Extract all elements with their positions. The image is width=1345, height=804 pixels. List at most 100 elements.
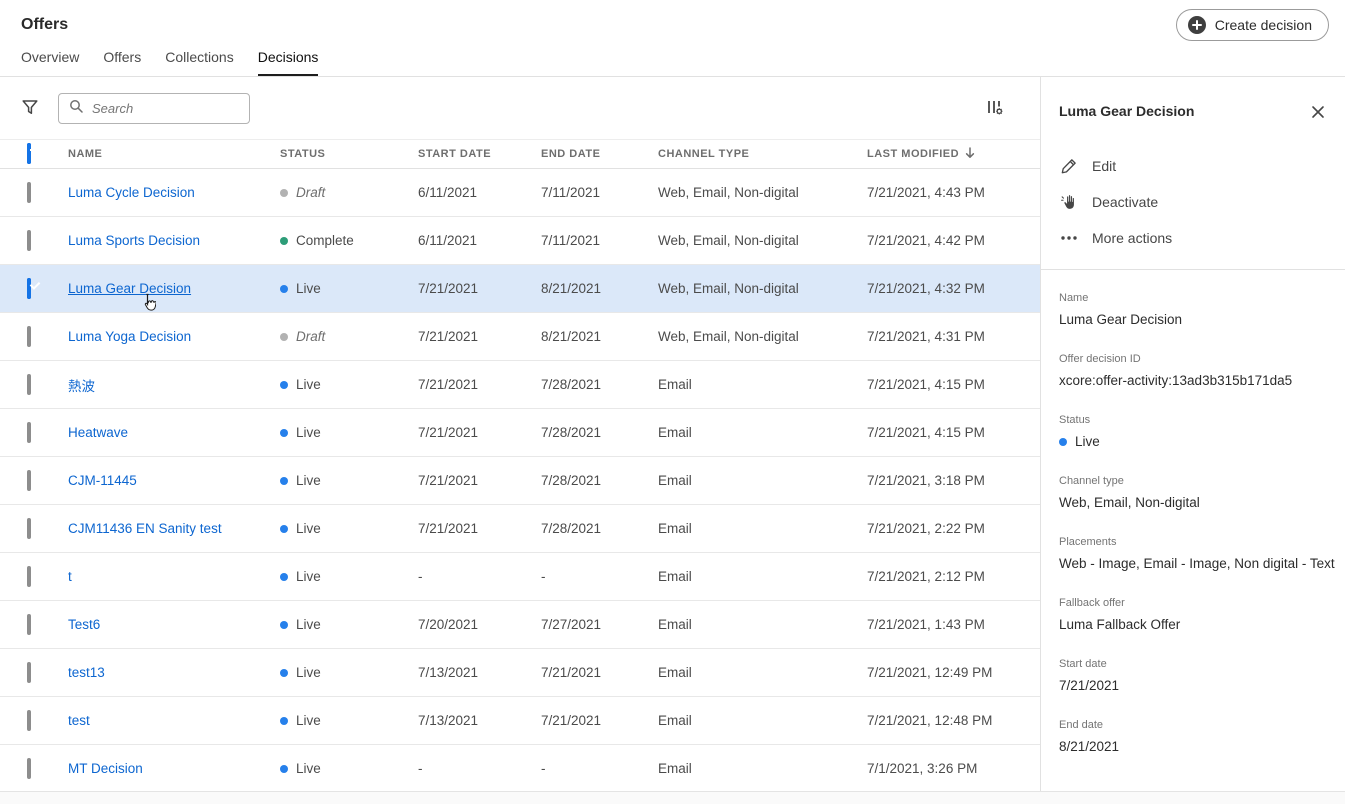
detail-field: Status Live bbox=[1059, 414, 1327, 449]
status-label: Live bbox=[296, 521, 321, 536]
search-input[interactable] bbox=[90, 100, 239, 117]
column-header-end-date[interactable]: END DATE bbox=[541, 148, 658, 160]
row-checkbox[interactable] bbox=[27, 277, 31, 299]
end-date-cell: - bbox=[541, 569, 546, 584]
field-value: Web - Image, Email - Image, Non digital … bbox=[1059, 556, 1335, 571]
status-dot bbox=[280, 620, 288, 629]
status-cell: Live bbox=[280, 713, 418, 728]
table-row[interactable]: Luma Sports Decision Complete 6/11/2021 … bbox=[0, 217, 1040, 265]
start-date-cell: 7/21/2021 bbox=[418, 377, 479, 392]
last-modified-cell: 7/21/2021, 12:49 PM bbox=[867, 665, 993, 680]
table-row[interactable]: MT Decision Live - - Email 7/1/2021, 3:2… bbox=[0, 745, 1040, 791]
last-modified-cell: 7/21/2021, 1:43 PM bbox=[867, 617, 985, 632]
decision-name-link[interactable]: Luma Sports Decision bbox=[68, 233, 200, 248]
row-checkbox[interactable] bbox=[27, 565, 31, 587]
row-checkbox[interactable] bbox=[27, 325, 31, 347]
decision-name-link[interactable]: MT Decision bbox=[68, 761, 143, 776]
last-modified-cell: 7/21/2021, 4:15 PM bbox=[867, 377, 985, 392]
deactivate-action[interactable]: Deactivate bbox=[1059, 184, 1327, 220]
status-label: Live bbox=[296, 425, 321, 440]
start-date-cell: 7/13/2021 bbox=[418, 665, 479, 680]
column-settings-icon bbox=[986, 98, 1004, 119]
create-decision-label: Create decision bbox=[1214, 17, 1312, 33]
table-row[interactable]: test Live 7/13/2021 7/21/2021 Email 7/21… bbox=[0, 697, 1040, 745]
channel-type-cell: Email bbox=[658, 665, 692, 680]
tab-overview[interactable]: Overview bbox=[21, 49, 79, 76]
table-row[interactable]: Test6 Live 7/20/2021 7/27/2021 Email 7/2… bbox=[0, 601, 1040, 649]
decision-name-link[interactable]: Heatwave bbox=[68, 425, 128, 440]
row-checkbox[interactable] bbox=[27, 469, 31, 491]
column-header-start-date[interactable]: START DATE bbox=[418, 148, 541, 160]
end-date-cell: 7/21/2021 bbox=[541, 665, 602, 680]
status-dot bbox=[280, 476, 288, 485]
status-label: Live bbox=[296, 569, 321, 584]
offers-app: Offers Create decision Overview Offers C… bbox=[0, 0, 1345, 804]
row-checkbox[interactable] bbox=[27, 421, 31, 443]
channel-type-cell: Email bbox=[658, 617, 692, 632]
column-settings-button[interactable] bbox=[986, 98, 1004, 119]
status-label: Live bbox=[296, 761, 321, 776]
table-row[interactable]: Luma Gear Decision Live 7/21/2021 8/21/2… bbox=[0, 265, 1040, 313]
table-row[interactable]: Luma Cycle Decision Draft 6/11/2021 7/11… bbox=[0, 169, 1040, 217]
table-row[interactable]: test13 Live 7/13/2021 7/21/2021 Email 7/… bbox=[0, 649, 1040, 697]
row-checkbox[interactable] bbox=[27, 229, 31, 251]
decision-name-link[interactable]: Luma Yoga Decision bbox=[68, 329, 191, 344]
status-cell: Live bbox=[280, 425, 418, 440]
field-status-dot bbox=[1059, 437, 1067, 446]
tab-offers[interactable]: Offers bbox=[103, 49, 141, 76]
decision-name-link[interactable]: CJM11436 EN Sanity test bbox=[68, 521, 222, 536]
tab-collections[interactable]: Collections bbox=[165, 49, 233, 76]
status-label: Draft bbox=[296, 329, 326, 344]
start-date-cell: - bbox=[418, 761, 423, 776]
close-panel-button[interactable] bbox=[1309, 103, 1327, 124]
more-actions[interactable]: More actions bbox=[1059, 220, 1327, 256]
field-label: Fallback offer bbox=[1059, 597, 1125, 609]
column-header-status[interactable]: STATUS bbox=[280, 148, 418, 160]
create-decision-button[interactable]: Create decision bbox=[1175, 9, 1329, 41]
field-label: Offer decision ID bbox=[1059, 353, 1141, 365]
table-row[interactable]: Heatwave Live 7/21/2021 7/28/2021 Email … bbox=[0, 409, 1040, 457]
table-row[interactable]: t Live - - Email 7/21/2021, 2:12 PM bbox=[0, 553, 1040, 601]
decision-name-link[interactable]: Luma Cycle Decision bbox=[68, 185, 195, 200]
edit-action[interactable]: Edit bbox=[1059, 148, 1327, 184]
field-value: Web, Email, Non-digital bbox=[1059, 495, 1327, 510]
field-value: 8/21/2021 bbox=[1059, 739, 1327, 754]
column-header-last-modified[interactable]: LAST MODIFIED bbox=[867, 146, 1040, 162]
status-dot bbox=[280, 380, 288, 389]
field-label: Placements bbox=[1059, 536, 1117, 548]
row-checkbox[interactable] bbox=[27, 181, 31, 203]
edit-pencil-icon bbox=[1059, 158, 1079, 174]
tab-decisions[interactable]: Decisions bbox=[257, 49, 319, 76]
field-value-text: Luma Fallback Offer bbox=[1059, 617, 1181, 632]
decision-name-link[interactable]: CJM-11445 bbox=[68, 473, 137, 488]
column-header-name[interactable]: NAME bbox=[68, 148, 280, 160]
decision-name-link[interactable]: test13 bbox=[68, 665, 105, 680]
decision-name-link[interactable]: t bbox=[68, 569, 72, 584]
start-date-cell: 7/21/2021 bbox=[418, 281, 479, 296]
table-row[interactable]: 熱波 Live 7/21/2021 7/28/2021 Email 7/21/2… bbox=[0, 361, 1040, 409]
select-all-checkbox[interactable] bbox=[27, 143, 31, 164]
decision-name-link[interactable]: Luma Gear Decision bbox=[68, 281, 191, 296]
row-checkbox[interactable] bbox=[27, 517, 31, 539]
row-checkbox[interactable] bbox=[27, 709, 31, 731]
decision-name-link[interactable]: 熱波 bbox=[68, 379, 95, 394]
table-row[interactable]: CJM-11445 Live 7/21/2021 7/28/2021 Email… bbox=[0, 457, 1040, 505]
row-checkbox[interactable] bbox=[27, 613, 31, 635]
table-row[interactable]: Luma Yoga Decision Draft 7/21/2021 8/21/… bbox=[0, 313, 1040, 361]
table-header: NAME STATUS START DATE END DATE CHANNEL … bbox=[0, 139, 1040, 169]
column-header-channel-type[interactable]: CHANNEL TYPE bbox=[658, 148, 867, 160]
status-cell: Draft bbox=[280, 329, 418, 344]
decision-name-link[interactable]: Test6 bbox=[68, 617, 100, 632]
row-checkbox[interactable] bbox=[27, 373, 31, 395]
decision-name-link[interactable]: test bbox=[68, 713, 90, 728]
row-checkbox[interactable] bbox=[27, 661, 31, 683]
row-checkbox[interactable] bbox=[27, 757, 31, 779]
horizontal-scrollbar[interactable] bbox=[0, 791, 1345, 804]
channel-type-cell: Web, Email, Non-digital bbox=[658, 185, 799, 200]
filter-button[interactable] bbox=[21, 98, 39, 119]
table-row[interactable]: CJM11436 EN Sanity test Live 7/21/2021 7… bbox=[0, 505, 1040, 553]
field-value-text: Web - Image, Email - Image, Non digital … bbox=[1059, 556, 1335, 571]
last-modified-cell: 7/1/2021, 3:26 PM bbox=[867, 761, 978, 776]
status-label: Draft bbox=[296, 185, 326, 200]
status-dot bbox=[280, 716, 288, 725]
